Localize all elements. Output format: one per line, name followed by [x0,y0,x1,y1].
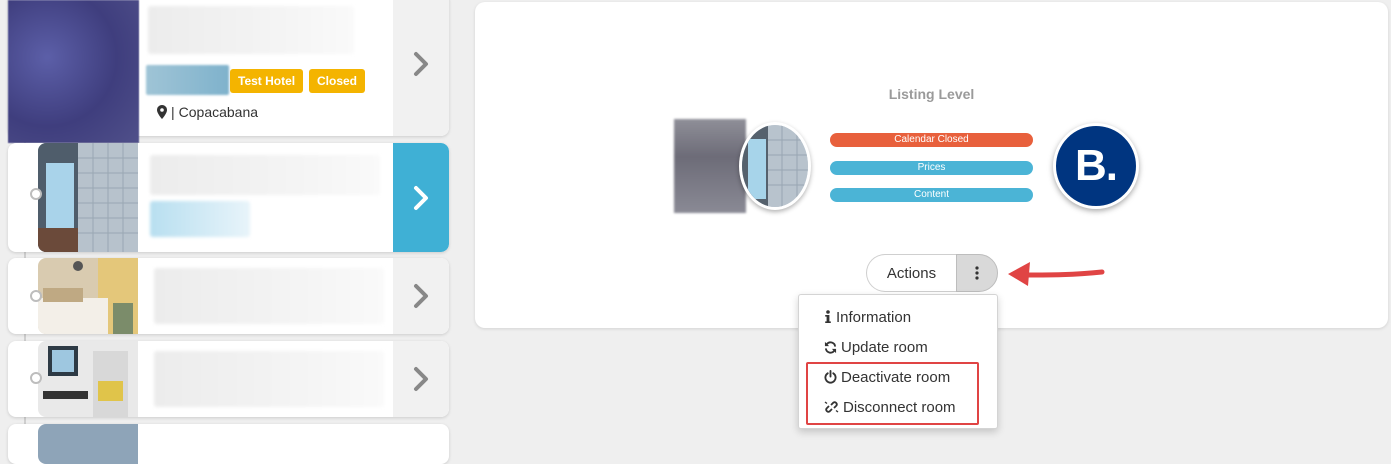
listing-card[interactable] [8,258,449,334]
listing-card-selected[interactable] [8,143,449,252]
booking-channel-logo: B. [1053,123,1139,209]
room-thumbnail [38,258,138,334]
actions-button[interactable]: Actions [866,254,956,292]
menu-item-deactivate-room[interactable]: Deactivate room [824,366,950,388]
status-pill-calendar: Calendar Closed [830,133,1033,147]
listing-title-blurred [148,6,354,54]
open-listing-button[interactable] [393,0,449,136]
menu-item-disconnect-room[interactable]: Disconnect room [824,396,956,418]
location-separator: | [171,104,175,120]
listing-level-title: Listing Level [888,86,975,102]
listing-card[interactable] [8,424,449,464]
listing-thumbnail-blurred [8,0,139,143]
actions-dropdown-menu: Information Update room Deactivate room … [798,294,998,429]
room-thumbnail [38,341,138,417]
map-pin-icon [157,105,167,119]
status-pill-content: Content [830,188,1033,202]
tree-node [30,372,42,384]
menu-item-label: Deactivate room [841,368,951,386]
annotation-arrow-icon [1008,262,1105,286]
room-photo-blurred [674,119,746,213]
menu-item-update-room[interactable]: Update room [824,336,928,358]
tree-node [30,290,42,302]
chevron-right-icon [414,185,428,210]
status-pill-prices: Prices [830,161,1033,175]
refresh-icon [824,340,837,354]
open-listing-button[interactable] [393,143,449,252]
menu-item-label: Information [836,308,912,326]
room-thumbnail [38,424,138,464]
chevron-right-icon [414,284,428,308]
listing-location: | Copacabana [157,104,258,120]
listing-id-blurred [150,201,250,237]
tree-node [30,188,42,200]
open-listing-button[interactable] [393,341,449,417]
badge-test-hotel: Test Hotel [230,69,304,93]
room-avatar [739,122,811,210]
listing-title-blurred [154,268,384,324]
menu-item-label: Update room [841,338,928,356]
info-icon [825,310,831,323]
open-listing-button[interactable] [393,258,449,334]
room-thumbnail [38,143,138,252]
listing-title-blurred [150,155,380,195]
listing-title-blurred [154,351,384,407]
menu-item-information[interactable]: Information [824,306,911,328]
listing-id-blurred [146,65,229,95]
menu-item-label: Disconnect room [843,398,956,416]
chevron-right-icon [414,367,428,391]
unlink-icon [824,401,839,413]
listing-card[interactable] [8,341,449,417]
location-name: Copacabana [178,104,259,120]
kebab-menu-icon [975,266,979,280]
actions-button-group: Actions [866,254,998,292]
badge-closed: Closed [309,69,366,93]
power-icon [824,370,837,384]
chevron-right-icon [414,52,428,76]
actions-menu-toggle[interactable] [956,254,998,292]
